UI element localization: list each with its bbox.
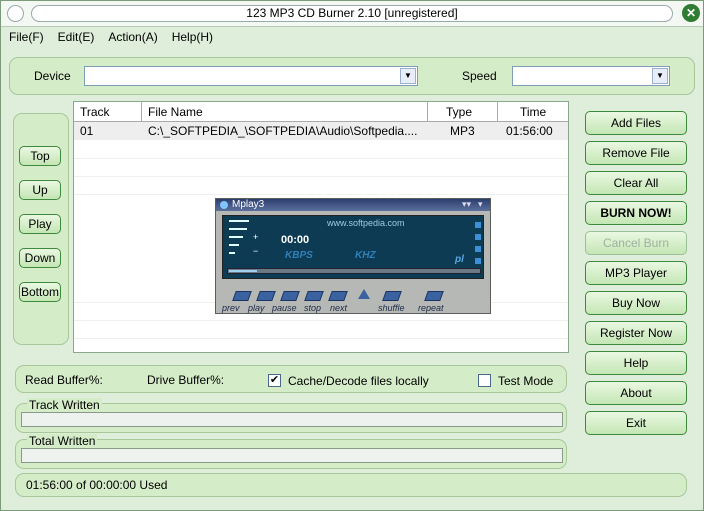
help-button[interactable]: Help xyxy=(585,351,687,375)
volume-down-icon[interactable]: − xyxy=(253,246,258,256)
play-button[interactable]: Play xyxy=(19,214,61,234)
speed-select[interactable]: ▼ xyxy=(512,66,670,86)
close-button[interactable]: ✕ xyxy=(682,4,700,22)
test-mode-checkbox[interactable] xyxy=(478,374,491,387)
mplay-menu-icon[interactable] xyxy=(220,201,228,209)
move-up-button[interactable]: Up xyxy=(19,180,61,200)
seek-bar[interactable] xyxy=(227,268,481,274)
buffer-panel: Read Buffer%: Drive Buffer%: ✔ Cache/Dec… xyxy=(15,365,567,393)
mplay-display: www.softpedia.com + − 00:00 KBPS KHZ pl xyxy=(222,215,484,279)
cell-file-name: C:\_SOFTPEDIA_\SOFTPEDIA\Audio\Softpedia… xyxy=(148,124,418,138)
device-panel: Device ▼ Speed ▼ xyxy=(9,57,695,95)
volume-bar xyxy=(229,220,249,222)
prev-icon[interactable] xyxy=(232,291,252,301)
menu-help[interactable]: Help(H) xyxy=(172,29,213,45)
mplay-window[interactable]: Mplay3 ▾▾ ▾ www.softpedia.com + − 00:00 … xyxy=(215,198,491,314)
col-track[interactable]: Track xyxy=(74,102,142,122)
cache-label: Cache/Decode files locally xyxy=(288,374,429,388)
pause-label: pause xyxy=(272,303,297,313)
stop-icon[interactable] xyxy=(304,291,324,301)
col-file-name[interactable]: File Name xyxy=(142,102,428,122)
eq-indicator xyxy=(475,258,481,264)
mp3-player-button[interactable]: MP3 Player xyxy=(585,261,687,285)
add-files-button[interactable]: Add Files xyxy=(585,111,687,135)
total-written-label: Total Written xyxy=(27,434,98,448)
move-down-button[interactable]: Down xyxy=(19,248,61,268)
title-bar: 123 MP3 CD Burner 2.10 [unregistered] ✕ xyxy=(1,1,703,27)
app-window: 123 MP3 CD Burner 2.10 [unregistered] ✕ … xyxy=(0,0,704,511)
grid-line xyxy=(74,320,568,321)
volume-bar xyxy=(229,244,239,246)
mplay-url: www.softpedia.com xyxy=(327,218,405,228)
clear-all-button[interactable]: Clear All xyxy=(585,171,687,195)
eq-indicator xyxy=(475,222,481,228)
volume-bar xyxy=(229,236,243,238)
cell-track: 01 xyxy=(80,124,94,138)
exit-button[interactable]: Exit xyxy=(585,411,687,435)
playlist-label[interactable]: pl xyxy=(455,254,464,265)
minimize-icon[interactable]: ▾▾ xyxy=(462,199,471,210)
cell-type: MP3 xyxy=(450,124,475,138)
speed-label: Speed xyxy=(462,69,497,83)
menu-edit[interactable]: Edit(E) xyxy=(58,29,95,45)
cache-checkbox[interactable]: ✔ xyxy=(268,374,281,387)
eq-indicator xyxy=(475,234,481,240)
col-type[interactable]: Type xyxy=(428,102,498,122)
remove-file-button[interactable]: Remove File xyxy=(585,141,687,165)
shuffle-icon[interactable] xyxy=(382,291,402,301)
table-row[interactable]: 01 C:\_SOFTPEDIA_\SOFTPEDIA\Audio\Softpe… xyxy=(74,122,568,140)
volume-bar xyxy=(229,228,247,230)
status-text: 01:56:00 of 00:00:00 Used xyxy=(26,478,168,492)
grid-line xyxy=(74,158,568,159)
read-buffer-label: Read Buffer%: xyxy=(25,373,103,387)
move-bottom-button[interactable]: Bottom xyxy=(19,282,61,302)
play-icon[interactable] xyxy=(256,291,276,301)
cell-time: 01:56:00 xyxy=(506,124,553,138)
next-label: next xyxy=(330,303,348,313)
device-select[interactable]: ▼ xyxy=(84,66,418,86)
drive-buffer-label: Drive Buffer%: xyxy=(147,373,225,387)
khz-label: KHZ xyxy=(355,250,376,261)
mplay-time: 00:00 xyxy=(281,234,310,246)
close-icon[interactable]: ▾ xyxy=(478,199,483,210)
chevron-down-icon: ▼ xyxy=(652,68,668,84)
col-time[interactable]: Time xyxy=(498,102,568,122)
list-header: Track File Name Type Time xyxy=(74,102,568,122)
track-written-label: Track Written xyxy=(27,398,102,412)
repeat-icon[interactable] xyxy=(424,291,444,301)
grid-line xyxy=(74,338,568,339)
play-label: play xyxy=(248,303,265,313)
shuffle-label: shuffle xyxy=(378,303,405,313)
burn-now-button[interactable]: BURN NOW! xyxy=(585,201,687,225)
status-bar: 01:56:00 of 00:00:00 Used xyxy=(15,473,687,497)
about-button[interactable]: About xyxy=(585,381,687,405)
kbps-label: KBPS xyxy=(285,250,313,261)
move-top-button[interactable]: Top xyxy=(19,146,61,166)
volume-bar xyxy=(229,252,235,254)
repeat-label: repeat xyxy=(418,303,444,313)
eq-indicator xyxy=(475,246,481,252)
system-menu-icon[interactable] xyxy=(7,5,24,22)
stop-label: stop xyxy=(304,303,322,313)
test-mode-label: Test Mode xyxy=(498,374,554,388)
chevron-down-icon: ▼ xyxy=(400,68,416,84)
pause-icon[interactable] xyxy=(280,291,300,301)
eject-icon[interactable] xyxy=(358,289,370,299)
next-icon[interactable] xyxy=(328,291,348,301)
register-now-button[interactable]: Register Now xyxy=(585,321,687,345)
seek-bar-fill xyxy=(229,270,257,272)
cancel-burn-button[interactable]: Cancel Burn xyxy=(585,231,687,255)
total-written-progress xyxy=(21,448,563,463)
buy-now-button[interactable]: Buy Now xyxy=(585,291,687,315)
menu-action[interactable]: Action(A) xyxy=(108,29,157,45)
grid-line xyxy=(74,176,568,177)
prev-label: prev xyxy=(222,303,240,313)
mplay-title: Mplay3 xyxy=(216,199,490,211)
window-title: 123 MP3 CD Burner 2.10 [unregistered] xyxy=(31,5,673,22)
device-label: Device xyxy=(34,69,71,83)
menu-file[interactable]: File(F) xyxy=(9,29,44,45)
track-written-progress xyxy=(21,412,563,427)
volume-up-icon[interactable]: + xyxy=(253,232,258,242)
menu-bar: File(F) Edit(E) Action(A) Help(H) xyxy=(9,29,213,45)
